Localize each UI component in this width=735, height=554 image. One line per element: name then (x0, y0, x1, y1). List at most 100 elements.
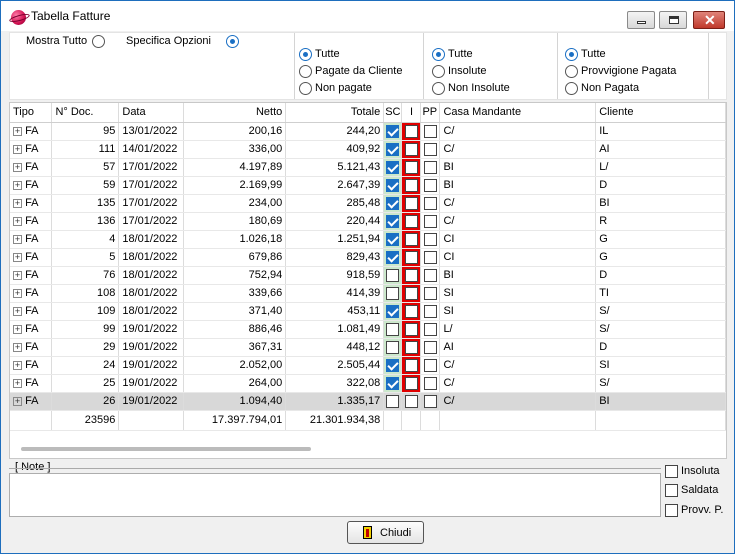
pp-checkbox[interactable] (423, 250, 437, 264)
note-textarea[interactable] (9, 473, 661, 517)
column-header-num-doc[interactable]: N° Doc. (51, 103, 120, 123)
sc-checkbox[interactable] (386, 268, 400, 282)
sc-checkbox[interactable] (386, 376, 400, 390)
expand-icon[interactable]: + (13, 343, 22, 352)
insoluta-row-checkbox[interactable] (404, 376, 418, 390)
column-header-data[interactable]: Data (118, 103, 185, 123)
column-header-tipo[interactable]: Tipo (10, 103, 53, 123)
horizontal-scrollbar[interactable] (21, 447, 311, 451)
table-row[interactable]: + FA 24 19/01/2022 2.052,00 2.505,44 C/SI (10, 356, 726, 375)
sc-checkbox[interactable] (386, 214, 400, 228)
insoluta-checkbox[interactable] (665, 465, 678, 478)
insoluta-row-checkbox[interactable] (404, 196, 418, 210)
table-row[interactable]: + FA 111 14/01/2022 336,00 409,92 C/AI (10, 140, 726, 159)
pp-checkbox[interactable] (423, 376, 437, 390)
insoluta-row-checkbox[interactable] (404, 358, 418, 372)
table-row[interactable]: + FA 99 19/01/2022 886,46 1.081,49 L/S/ (10, 320, 726, 339)
column-header-insoluta[interactable]: I (401, 103, 422, 123)
table-row[interactable]: + FA 5 18/01/2022 679,86 829,43 CI G (10, 248, 726, 267)
table-row[interactable]: + FA 59 17/01/2022 2.169,99 2.647,39 BI D (10, 176, 726, 195)
sc-checkbox[interactable] (386, 178, 400, 192)
insoluta-row-checkbox[interactable] (404, 322, 418, 336)
expand-icon[interactable]: + (13, 361, 22, 370)
expand-icon[interactable]: + (13, 145, 22, 154)
sc-checkbox[interactable] (386, 394, 400, 408)
insoluta-row-checkbox[interactable] (404, 160, 418, 174)
pp-checkbox[interactable] (423, 304, 437, 318)
table-row[interactable]: + FA 135 17/01/2022 234,00 285,48 C/BI (10, 194, 726, 213)
insoluta-row-checkbox[interactable] (404, 142, 418, 156)
expand-icon[interactable]: + (13, 199, 22, 208)
insoluta-row-checkbox[interactable] (404, 268, 418, 282)
table-row[interactable]: + FA 25 19/01/2022 264,00 322,08 C/S/ (10, 374, 726, 393)
expand-icon[interactable]: + (13, 163, 22, 172)
sc-checkbox[interactable] (386, 124, 400, 138)
table-row[interactable]: + FA 57 17/01/2022 4.197,89 5.121,43 BI L/ (10, 158, 726, 177)
column-header-pp[interactable]: PP (420, 103, 441, 123)
minimize-button[interactable] (627, 11, 655, 29)
column-header-casa-mandante[interactable]: Casa Mandante (439, 103, 597, 123)
insoluta-row-checkbox[interactable] (404, 286, 418, 300)
chiudi-button[interactable]: Chiudi (347, 521, 424, 544)
insoluta-row-checkbox[interactable] (404, 340, 418, 354)
pp-checkbox[interactable] (423, 196, 437, 210)
insolute-radio[interactable] (432, 65, 445, 78)
sc-checkbox[interactable] (386, 142, 400, 156)
pp-checkbox[interactable] (423, 160, 437, 174)
insoluta-row-checkbox[interactable] (404, 124, 418, 138)
table-row[interactable]: + FA 4 18/01/2022 1.026,18 1.251,94 CI G (10, 230, 726, 249)
sc-checkbox[interactable] (386, 196, 400, 210)
pp-checkbox[interactable] (423, 178, 437, 192)
pp-checkbox[interactable] (423, 214, 437, 228)
table-row[interactable]: + FA 95 13/01/2022 200,16 244,20 C/IL (10, 122, 726, 141)
expand-icon[interactable]: + (13, 325, 22, 334)
sc-checkbox[interactable] (386, 358, 400, 372)
pp-checkbox[interactable] (423, 124, 437, 138)
expand-icon[interactable]: + (13, 181, 22, 190)
expand-icon[interactable]: + (13, 217, 22, 226)
expand-icon[interactable]: + (13, 307, 22, 316)
pp-checkbox[interactable] (423, 340, 437, 354)
insoluta-row-checkbox[interactable] (404, 394, 418, 408)
expand-icon[interactable]: + (13, 397, 22, 406)
table-row[interactable]: + FA 26 19/01/2022 1.094,40 1.335,17 C/BI (10, 392, 726, 411)
mostra-tutto-radio[interactable] (92, 35, 105, 48)
sc-checkbox[interactable] (386, 340, 400, 354)
pagamento-tutte-radio[interactable] (299, 48, 312, 61)
pagate-cliente-radio[interactable] (299, 65, 312, 78)
non-insolute-radio[interactable] (432, 82, 445, 95)
provvigione-pagata-radio[interactable] (565, 65, 578, 78)
sc-checkbox[interactable] (386, 322, 400, 336)
expand-icon[interactable]: + (13, 289, 22, 298)
expand-icon[interactable]: + (13, 235, 22, 244)
table-row[interactable]: + FA 29 19/01/2022 367,31 448,12 AI D (10, 338, 726, 357)
expand-icon[interactable]: + (13, 253, 22, 262)
column-header-sc[interactable]: SC (383, 103, 403, 123)
pp-checkbox[interactable] (423, 394, 437, 408)
saldata-checkbox[interactable] (665, 484, 678, 497)
expand-icon[interactable]: + (13, 379, 22, 388)
table-row[interactable]: + FA 136 17/01/2022 180,69 220,44 C/R (10, 212, 726, 231)
pp-checkbox[interactable] (423, 268, 437, 282)
expand-icon[interactable]: + (13, 271, 22, 280)
specifica-opzioni-radio[interactable] (226, 35, 239, 48)
sc-checkbox[interactable] (386, 304, 400, 318)
table-row[interactable]: + FA 108 18/01/2022 339,66 414,39 SI TI (10, 284, 726, 303)
provvigione-tutte-radio[interactable] (565, 48, 578, 61)
pp-checkbox[interactable] (423, 322, 437, 336)
provv-pagata-checkbox[interactable] (665, 504, 678, 517)
table-row[interactable]: + FA 76 18/01/2022 752,94 918,59 BI D (10, 266, 726, 285)
insolute-tutte-radio[interactable] (432, 48, 445, 61)
sc-checkbox[interactable] (386, 232, 400, 246)
pp-checkbox[interactable] (423, 232, 437, 246)
column-header-totale[interactable]: Totale (285, 103, 385, 123)
table-row[interactable]: + FA 109 18/01/2022 371,40 453,11 SI S/ (10, 302, 726, 321)
insoluta-row-checkbox[interactable] (404, 214, 418, 228)
pp-checkbox[interactable] (423, 286, 437, 300)
sc-checkbox[interactable] (386, 250, 400, 264)
sc-checkbox[interactable] (386, 160, 400, 174)
non-pagate-radio[interactable] (299, 82, 312, 95)
column-header-netto[interactable]: Netto (183, 103, 287, 123)
insoluta-row-checkbox[interactable] (404, 250, 418, 264)
pp-checkbox[interactable] (423, 142, 437, 156)
